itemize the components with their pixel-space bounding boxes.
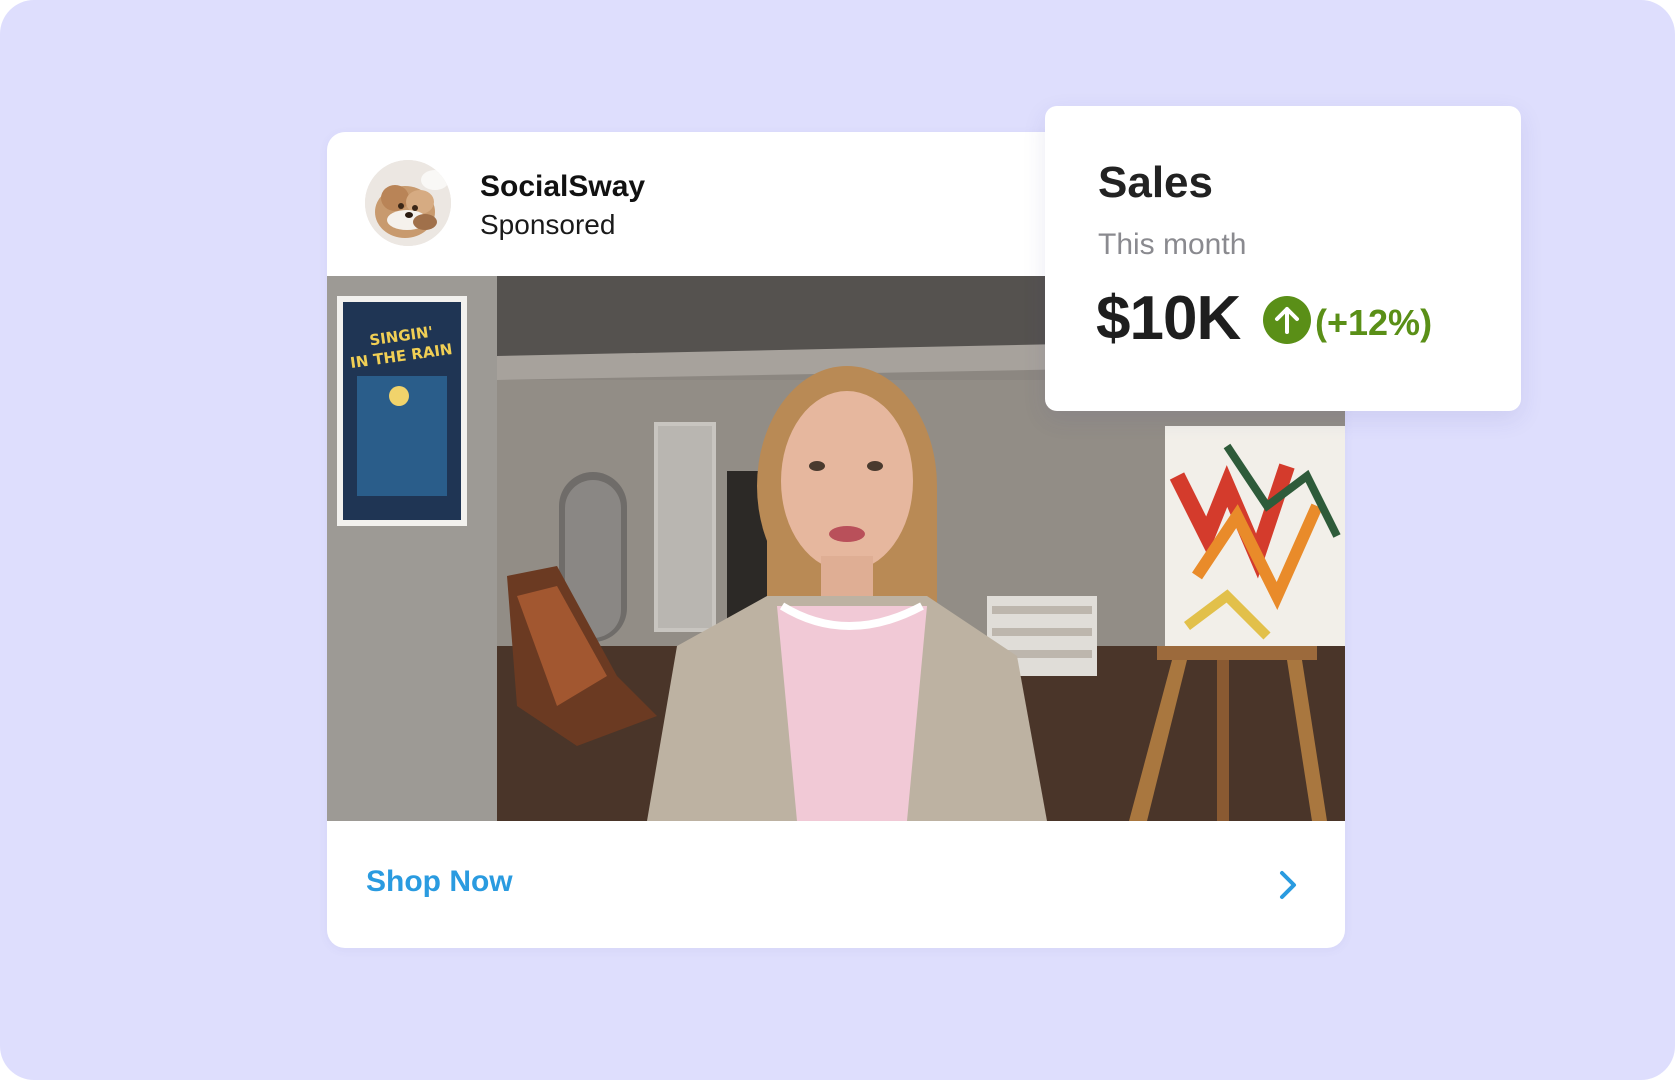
sales-change: (+12%) [1315, 302, 1433, 343]
shop-now-label: Shop Now [366, 865, 513, 898]
sales-period: This month [1098, 228, 1247, 261]
sales-stat-card: Sales This month $10K (+12%) [1045, 106, 1521, 411]
sales-value: $10K [1096, 284, 1241, 353]
shop-now-button[interactable]: Shop Now [327, 821, 1345, 948]
sponsored-label: Sponsored [480, 209, 616, 240]
dog-avatar-image [365, 160, 451, 246]
brand-avatar[interactable] [365, 160, 451, 246]
arrow-up-circle-icon [1263, 296, 1311, 344]
brand-name[interactable]: SocialSway [480, 170, 645, 204]
chevron-right-icon[interactable] [1267, 865, 1307, 905]
sales-title: Sales [1098, 158, 1213, 207]
page-background: SocialSway Sponsored SINGIN' IN THE RAIN… [0, 0, 1675, 1080]
